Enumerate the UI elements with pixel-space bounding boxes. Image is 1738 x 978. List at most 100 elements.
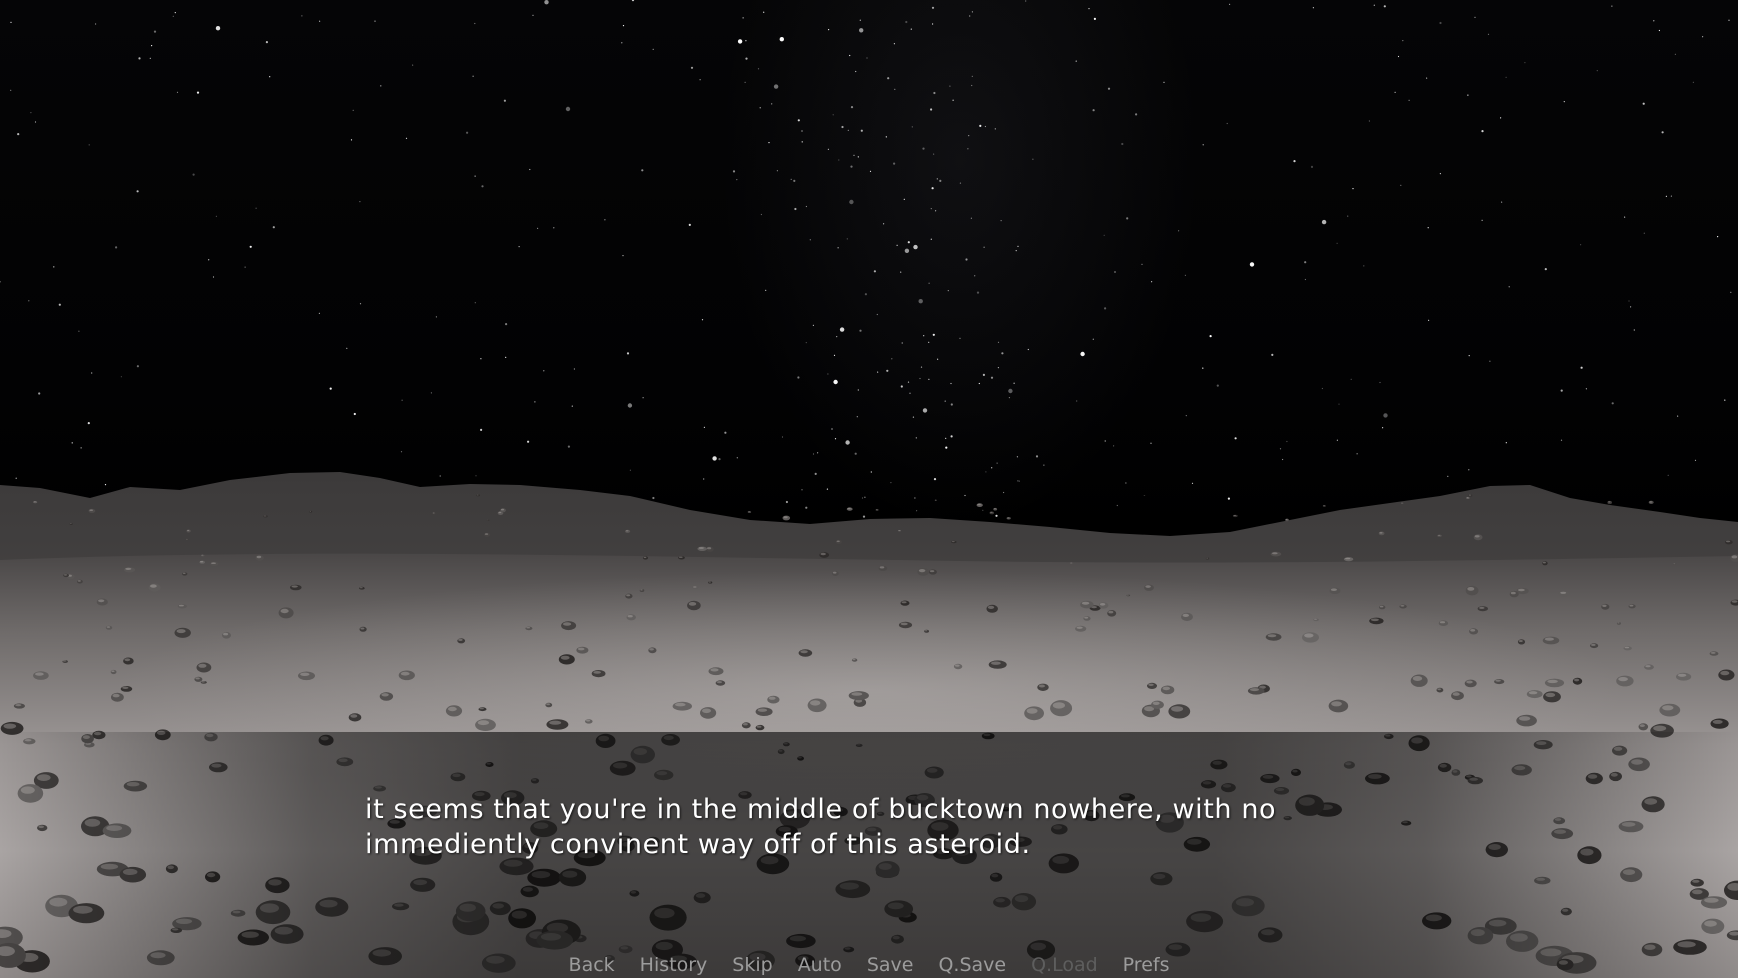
rock-highlight	[951, 541, 955, 543]
rock-highlight	[1653, 725, 1667, 732]
rock-highlight	[675, 702, 686, 707]
rock-highlight	[186, 538, 188, 540]
rock-highlight	[70, 523, 72, 525]
rock-highlight	[350, 714, 358, 718]
rock-highlight	[201, 554, 204, 556]
rock-highlight	[211, 562, 216, 564]
rock-highlight	[1495, 679, 1501, 682]
rock-highlight	[1574, 678, 1580, 682]
rock-highlight	[1437, 688, 1441, 691]
rock-highlight	[500, 508, 505, 511]
rock-highlight	[89, 509, 93, 512]
rock-highlight	[1677, 673, 1687, 677]
quick-menu-qsave-button[interactable]: Q.Save	[926, 952, 1019, 978]
rock-highlight	[1145, 585, 1151, 588]
rock-highlight	[563, 622, 572, 626]
rock-highlight	[479, 707, 484, 710]
quick-menu-save-button[interactable]: Save	[854, 952, 926, 978]
rock-highlight	[1591, 643, 1596, 646]
rock-highlight	[783, 516, 788, 519]
quick-menu-auto-button[interactable]: Auto	[785, 952, 854, 978]
rock-highlight	[256, 555, 262, 559]
rock-highlight	[106, 626, 111, 628]
rock-highlight	[1544, 637, 1554, 641]
rock-highlight	[1726, 540, 1731, 543]
rock-highlight	[993, 508, 997, 510]
rock-highlight	[1152, 701, 1160, 705]
rock-highlight	[448, 706, 457, 712]
rock-highlight	[1271, 552, 1278, 555]
rock-highlight	[955, 664, 960, 667]
rock	[747, 511, 752, 513]
rock-highlight	[1560, 591, 1567, 594]
quick-menu-qload-button[interactable]: Q.Load	[1019, 952, 1111, 978]
rock-highlight	[924, 630, 928, 632]
rock-highlight	[1547, 679, 1558, 684]
rock-highlight	[1379, 605, 1384, 608]
rock-highlight	[990, 511, 993, 513]
rock-highlight	[1617, 622, 1620, 624]
rock-highlight	[1645, 665, 1651, 668]
rock-highlight	[1542, 561, 1546, 564]
rock-highlight	[63, 574, 68, 576]
rock-highlight	[546, 703, 550, 706]
rock	[1616, 622, 1621, 625]
rock-highlight	[526, 627, 531, 629]
rock-highlight	[176, 629, 186, 634]
rock-highlight	[625, 530, 629, 532]
rock-highlight	[898, 530, 900, 531]
rock-highlight	[187, 529, 190, 532]
rock-highlight	[626, 594, 631, 597]
quick-menu-skip-button[interactable]: Skip	[720, 952, 785, 978]
rock-highlight	[1518, 640, 1523, 642]
rock-highlight	[112, 693, 120, 698]
rock-highlight	[1206, 557, 1209, 559]
rock-highlight	[98, 599, 105, 603]
rock-highlight	[708, 581, 711, 583]
rock-highlight	[743, 723, 748, 726]
rock-highlight	[1710, 652, 1716, 654]
rock-highlight	[678, 556, 683, 558]
rock-highlight	[201, 681, 205, 683]
rock-highlight	[1148, 683, 1154, 686]
rock-highlight	[851, 692, 863, 696]
rock-highlight	[263, 515, 267, 517]
rock-highlight	[1126, 594, 1129, 596]
rock-highlight	[1285, 519, 1288, 520]
quick-menu-history-button[interactable]: History	[627, 952, 720, 978]
rock-highlight	[991, 661, 1001, 665]
rock-highlight	[847, 507, 851, 510]
rock-highlight	[1171, 706, 1184, 712]
rock-highlight	[756, 725, 762, 728]
rock-highlight	[300, 672, 310, 676]
rock-highlight	[1052, 702, 1065, 709]
rock-highlight	[432, 512, 435, 514]
rock-highlight	[757, 708, 768, 712]
rock-highlight	[800, 650, 808, 654]
rock-highlight	[1649, 501, 1653, 503]
rock-highlight	[1731, 600, 1738, 603]
rock-highlight	[484, 533, 489, 535]
rock-highlight	[702, 708, 711, 714]
rock-highlight	[477, 720, 490, 726]
game-scene[interactable]: it seems that you're in the middle of bu…	[0, 0, 1738, 978]
rock-highlight	[929, 570, 935, 573]
quick-menu-prefs-button[interactable]: Prefs	[1110, 952, 1182, 978]
rock-highlight	[1345, 557, 1351, 560]
rock-highlight	[1233, 515, 1237, 516]
rock-highlight	[15, 704, 22, 707]
rock-highlight	[586, 719, 591, 722]
quick-menu-back-button[interactable]: Back	[556, 952, 627, 978]
rock-highlight	[1510, 591, 1516, 595]
rock-highlight	[1099, 603, 1106, 606]
rock-highlight	[1331, 701, 1342, 707]
rock-highlight	[122, 686, 129, 689]
rock-highlight	[640, 589, 643, 591]
quick-menu: Back History Skip Auto Save Q.Save Q.Loa…	[0, 952, 1738, 978]
rock-highlight	[1712, 719, 1723, 724]
rock-highlight	[1474, 535, 1480, 538]
rock-highlight	[1662, 705, 1674, 711]
rock-highlight	[852, 658, 856, 661]
rock-highlight	[707, 547, 712, 550]
rock-highlight	[223, 632, 229, 636]
